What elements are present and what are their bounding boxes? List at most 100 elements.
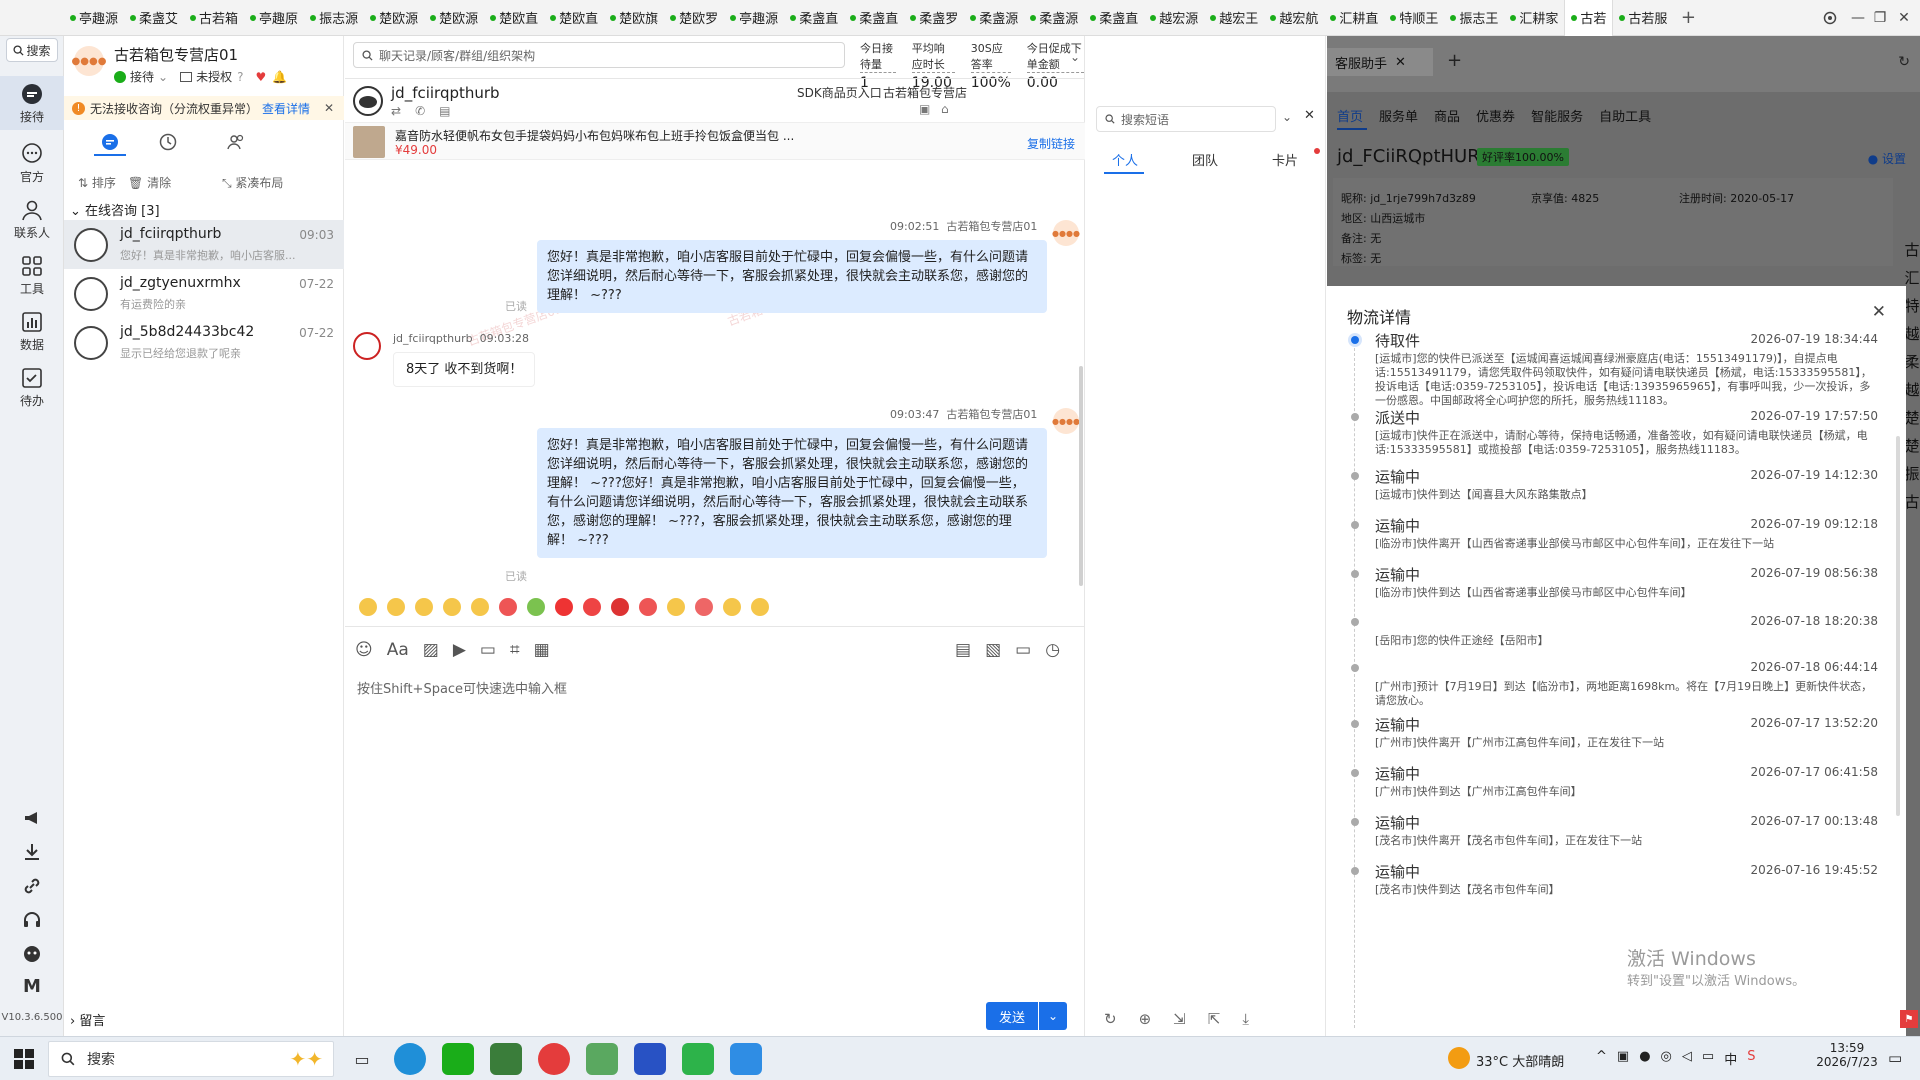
emoji-icon[interactable]: [751, 598, 769, 616]
assistant-nav-item[interactable]: 服务单: [1379, 106, 1418, 125]
group-icon[interactable]: [226, 132, 246, 152]
clear-button[interactable]: 🗑 清除: [128, 174, 171, 191]
headset-icon[interactable]: [22, 910, 42, 930]
help-icon[interactable]: ?: [237, 70, 243, 84]
conversation-item[interactable]: jd_5b8d24433bc42 07-22 显示已经给您退款了呢亲: [64, 318, 344, 367]
display-icon[interactable]: ▭: [1702, 1049, 1714, 1068]
shop-tab[interactable]: 楚欧直: [484, 0, 544, 36]
logistics-scrollbar[interactable]: [1896, 436, 1900, 816]
wechat-tray-icon[interactable]: ●: [1639, 1049, 1650, 1068]
shop-tab[interactable]: 柔盏源: [964, 0, 1024, 36]
taskbar-search-input[interactable]: 搜索 ✦✦: [48, 1041, 334, 1077]
coupon-icon[interactable]: ▧: [985, 640, 1001, 660]
rail-search-button[interactable]: 搜索: [6, 38, 58, 62]
shop-tab[interactable]: 柔盏直: [844, 0, 904, 36]
shop-tab[interactable]: 亭趣源: [64, 0, 124, 36]
download-icon[interactable]: ⤓: [1242, 1010, 1249, 1028]
compact-layout-button[interactable]: ⤡ 紧凑布局: [222, 174, 283, 191]
chat-search-input[interactable]: 聊天记录/顾客/群组/组织架构: [353, 42, 845, 68]
close-logistics-icon[interactable]: ✕: [1872, 302, 1886, 322]
add-icon[interactable]: ⊕: [1139, 1010, 1152, 1028]
export-icon[interactable]: ⇱: [1208, 1010, 1221, 1028]
emoji-icon[interactable]: [667, 598, 685, 616]
sogou-icon[interactable]: S: [1747, 1049, 1755, 1068]
ime-label[interactable]: 中: [1724, 1049, 1737, 1068]
assistant-nav-item[interactable]: 首页: [1337, 106, 1363, 125]
download-icon[interactable]: [22, 842, 42, 862]
chevron-down-icon[interactable]: ⌄: [158, 70, 168, 84]
shop-tab[interactable]: 楚欧源: [364, 0, 424, 36]
shop-tab[interactable]: 柔盏直: [1084, 0, 1144, 36]
shop-tab[interactable]: 亭趣源: [724, 0, 784, 36]
shop-tab[interactable]: 亭趣原: [244, 0, 304, 36]
shop-tab[interactable]: 振志源: [304, 0, 364, 36]
shield-icon[interactable]: ▣: [1617, 1049, 1629, 1068]
weather-text[interactable]: 33°C 大部晴朗: [1476, 1051, 1564, 1070]
phrase-tab-team[interactable]: 团队: [1192, 150, 1218, 169]
refresh-icon[interactable]: ↻: [1104, 1010, 1117, 1028]
note-icon[interactable]: ▤: [439, 104, 450, 118]
task-view-icon[interactable]: ▭: [346, 1043, 378, 1075]
product-card[interactable]: 嘉音防水轻便帆布女包手提袋妈妈小布包妈咪布包上班手拎包饭盒便当包 ... ¥49…: [345, 122, 1085, 160]
app-icon[interactable]: [682, 1043, 714, 1075]
link-icon[interactable]: [22, 876, 42, 896]
image-upload-icon[interactable]: ▨: [423, 640, 439, 660]
rose-emoji-icon[interactable]: [611, 598, 629, 616]
emoji-icon[interactable]: [415, 598, 433, 616]
shop-tab[interactable]: 柔盏艾: [124, 0, 184, 36]
emoji-icon[interactable]: [359, 598, 377, 616]
import-icon[interactable]: ⇲: [1173, 1010, 1186, 1028]
history-icon[interactable]: ◷: [1045, 640, 1060, 660]
shop-tab[interactable]: 柔盏源: [1024, 0, 1084, 36]
rail-item-contacts[interactable]: 联系人: [0, 192, 64, 244]
auth-status[interactable]: 未授权: [196, 68, 232, 85]
send-button[interactable]: 发送: [986, 1002, 1038, 1030]
refresh-icon[interactable]: ↻: [1898, 54, 1910, 70]
shop-tab[interactable]: 古若箱: [184, 0, 244, 36]
network-icon[interactable]: ◎: [1661, 1049, 1672, 1068]
clock-icon[interactable]: [158, 132, 178, 152]
message-input[interactable]: 按住Shift+Space可快速选中输入框: [357, 678, 567, 697]
rail-item-official[interactable]: 官方: [0, 136, 64, 188]
megaphone-icon[interactable]: [22, 808, 42, 828]
flag-icon[interactable]: ⚑: [1900, 1010, 1918, 1028]
weather-icon[interactable]: [1448, 1047, 1470, 1069]
video-icon[interactable]: ▶: [453, 640, 466, 660]
chat-filter-icon[interactable]: [100, 132, 120, 152]
emoji-icon[interactable]: [443, 598, 461, 616]
windows-start-icon[interactable]: [14, 1049, 34, 1069]
phrase-search-input[interactable]: 搜索短语: [1096, 106, 1276, 132]
shop-tab[interactable]: 楚欧旗: [604, 0, 664, 36]
shop-tab[interactable]: 汇耕家: [1504, 0, 1564, 36]
add-tab-icon[interactable]: +: [1673, 7, 1703, 28]
rail-item-todo[interactable]: 待办: [0, 360, 64, 412]
stats-expand-icon[interactable]: ⌄: [1070, 50, 1080, 64]
conversation-item[interactable]: jd_fciirqpthurb 09:03 您好！真是非常抱歉，咱小店客服...: [64, 220, 344, 269]
rail-item-data[interactable]: 数据: [0, 304, 64, 356]
heart-icon[interactable]: ♥: [255, 70, 266, 84]
phrase-tab-card[interactable]: 卡片: [1272, 150, 1298, 169]
shop-tab[interactable]: 楚欧直: [544, 0, 604, 36]
shop-tab[interactable]: 楚欧源: [424, 0, 484, 36]
sort-button[interactable]: ⇅ 排序: [78, 174, 116, 191]
chat-scrollbar[interactable]: [1079, 366, 1083, 586]
close-phrase-icon[interactable]: ✕: [1304, 108, 1315, 123]
assistant-nav-item[interactable]: 商品: [1434, 106, 1460, 125]
wechat-icon[interactable]: [442, 1043, 474, 1075]
shop-tab[interactable]: 汇耕直: [1324, 0, 1384, 36]
emoji-icon[interactable]: [723, 598, 741, 616]
assistant-tab[interactable]: 客服助手 ✕: [1327, 48, 1433, 76]
shop-tab[interactable]: 柔盏直: [784, 0, 844, 36]
transfer-icon[interactable]: ⇄: [391, 104, 401, 118]
close-window-icon[interactable]: ✕: [1890, 0, 1918, 36]
warning-details-link[interactable]: 查看详情: [262, 100, 310, 117]
app-icon[interactable]: [634, 1043, 666, 1075]
shop-tab[interactable]: 越宏王: [1204, 0, 1264, 36]
active-app-icon[interactable]: [730, 1043, 762, 1075]
assistant-nav-item[interactable]: 智能服务: [1531, 106, 1583, 125]
phone-icon[interactable]: ✆: [415, 104, 425, 118]
shop-tab[interactable]: 柔盏罗: [904, 0, 964, 36]
rail-m-logo[interactable]: M: [0, 976, 64, 997]
emoji-icon[interactable]: [471, 598, 489, 616]
app-icon[interactable]: [490, 1043, 522, 1075]
